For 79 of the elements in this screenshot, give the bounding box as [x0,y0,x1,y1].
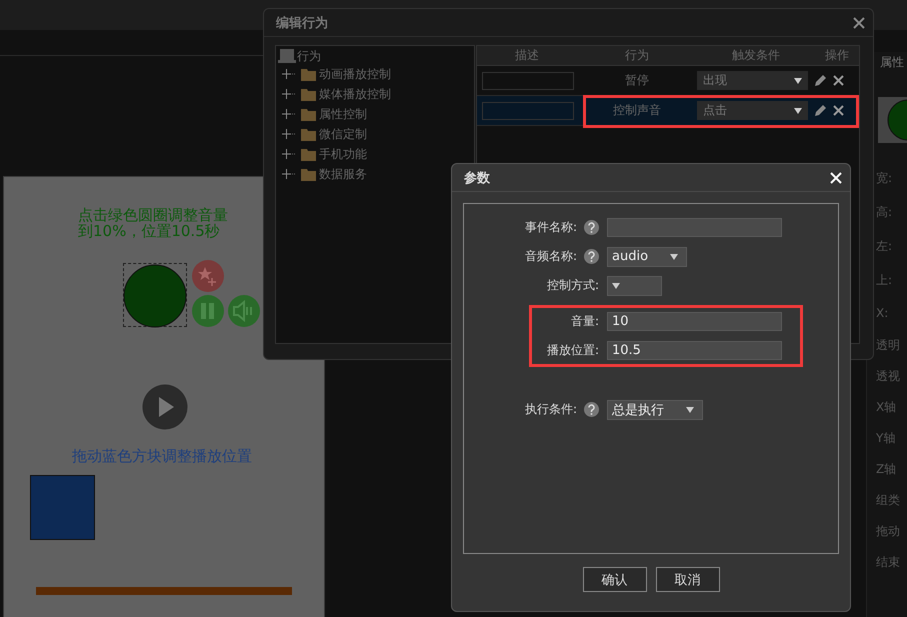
field-label: 音频名称: [524,248,577,265]
pencil-icon[interactable] [814,104,827,117]
property-label: 透视 [876,368,900,385]
property-label: 宽: [876,170,894,187]
property-label: 高: [876,204,894,221]
property-label: 透明 [876,337,900,354]
expand-icon[interactable] [282,88,296,100]
computer-icon [278,49,296,63]
folder-icon [301,128,316,140]
input-field[interactable]: 10.5 [607,341,782,360]
help-icon[interactable] [584,249,599,264]
help-icon[interactable] [584,402,599,417]
drag-hint-text: 拖动蓝色方块调整播放位置 [72,447,252,466]
help-icon[interactable] [584,220,599,235]
caret-icon [794,108,802,114]
expand-icon[interactable] [282,128,296,140]
column-header: 操作 [824,47,850,64]
description-field[interactable] [482,102,574,120]
column-header: 触发条件 [731,47,781,64]
expand-icon[interactable] [282,108,296,120]
dialog-button[interactable]: 取消 [656,567,720,592]
tree-item[interactable]: 手机功能 [319,146,367,162]
trigger-dropdown[interactable]: 出现 [697,71,808,90]
table-cell-text: 控制声音 [612,102,662,119]
dialog-title: 参数 [464,170,490,186]
close-icon[interactable] [853,16,865,28]
property-label: Y轴 [876,430,896,447]
field-label: 控制方式: [546,277,599,294]
description-field[interactable] [482,72,574,90]
folder-icon [301,148,316,160]
column-header: 描述 [514,47,540,64]
caret-icon [686,406,694,412]
table-row[interactable]: 暂停 出现 [477,66,859,96]
dialog-title: 编辑行为 [276,14,328,32]
pencil-icon[interactable] [814,74,827,87]
table-cell-text: 暂停 [624,72,650,89]
folder-icon [301,168,316,180]
property-label: 左: [876,238,894,255]
dropdown[interactable] [607,276,662,296]
trigger-dropdown[interactable]: 点击 [697,101,808,120]
caret-icon [794,78,802,84]
column-header: 行为 [624,47,650,64]
property-label: 结束 [876,554,900,571]
tree-item[interactable]: 动画播放控制 [319,66,391,82]
expand-icon[interactable] [282,148,296,160]
property-label: Z轴 [876,461,898,478]
property-label: 组类 [876,492,900,509]
property-label: X轴 [876,399,898,416]
field-label: 音量: [570,313,599,330]
caret-icon [612,282,620,288]
expand-icon[interactable] [282,68,296,80]
input-field[interactable]: 10 [607,312,782,331]
tree-item[interactable]: 行为 [297,48,321,64]
field-label: 事件名称: [524,219,577,236]
tree-item[interactable]: 微信定制 [319,126,367,142]
dropdown[interactable]: 总是执行 [607,400,703,420]
properties-tab[interactable]: 属性 [880,54,904,71]
folder-icon [301,68,316,80]
property-label: X: [876,306,890,322]
tree-item[interactable]: 数据服务 [319,166,367,182]
folder-icon [301,108,316,120]
property-label: 拖动 [876,523,900,540]
input-field[interactable] [607,218,782,237]
dropdown[interactable]: audio [607,246,688,266]
caret-icon [670,254,678,260]
play-icon[interactable] [142,384,188,430]
tree-item[interactable]: 媒体播放控制 [319,86,391,102]
instruction-text: 点击绿色圆圈调整音量到10%，位置10.5秒 [78,207,229,239]
folder-icon [301,88,316,100]
circle-shape[interactable] [123,264,187,328]
delete-icon[interactable] [833,105,844,116]
expand-icon[interactable] [282,168,296,180]
tree-item[interactable]: 属性控制 [319,106,367,122]
property-label: 上: [876,272,894,289]
delete-icon[interactable] [833,75,844,86]
field-label: 播放位置: [546,342,599,359]
dialog-button[interactable]: 确认 [582,567,646,592]
field-label: 执行条件: [524,401,577,418]
table-row[interactable]: 控制声音 点击 [477,96,859,126]
